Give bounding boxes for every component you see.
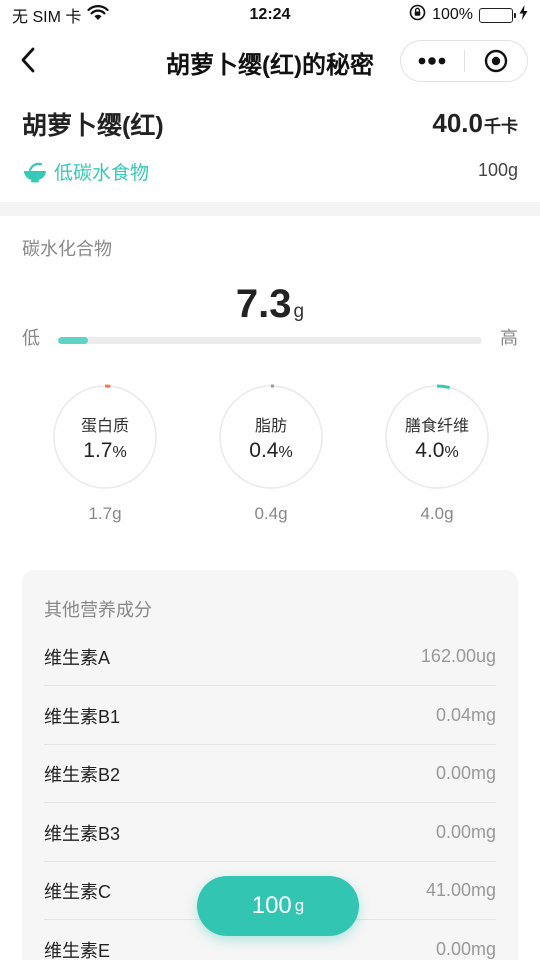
nav-bar: 胡萝卜缨(红)的秘密	[0, 30, 540, 90]
carb-high-label: 高	[500, 328, 518, 348]
more-button[interactable]	[401, 41, 464, 81]
bowl-icon	[24, 162, 46, 182]
fat-ring	[218, 384, 324, 490]
food-weight: 100g	[477, 160, 518, 180]
nutrient-value: 0.00mg	[435, 763, 496, 783]
nutrient-row: 维生素B3 0.00mg	[44, 804, 496, 862]
charging-icon	[519, 5, 528, 25]
target-circle-icon	[484, 49, 507, 73]
battery-percent: 100%	[432, 6, 473, 23]
nutrient-name: 维生素B3	[44, 823, 121, 844]
fiber-ring	[384, 384, 490, 490]
carb-level-fill	[58, 337, 88, 344]
mini-program-capsule	[400, 40, 528, 82]
food-header: 胡萝卜缨(红) 40.0千卡 低碳水食物 100g	[0, 96, 540, 206]
wifi-icon	[87, 4, 109, 26]
back-button[interactable]	[10, 42, 46, 78]
fiber-grams: 4.0g	[420, 504, 454, 523]
status-time: 12:24	[249, 6, 291, 23]
weight-selector-button[interactable]: 100 g	[197, 876, 359, 936]
more-dots-icon	[418, 57, 446, 65]
food-tag-label: 低碳水食物	[54, 163, 150, 184]
fat-label: 脂肪	[254, 418, 287, 435]
weight-selector-value: 100	[251, 892, 292, 919]
status-bar: 无 SIM 卡 12:24 100%	[0, 0, 540, 30]
food-calories: 40.0千卡	[432, 108, 518, 139]
status-right: 100%	[328, 4, 528, 26]
nutrient-row: 维生素A 162.00ug	[44, 628, 496, 686]
carb-amount: 7.3	[235, 282, 292, 326]
nutrient-value: 0.00mg	[435, 822, 496, 842]
fiber-percent: 4.0%	[415, 439, 459, 462]
battery-icon	[479, 7, 516, 23]
fat-percent: 0.4%	[249, 439, 293, 462]
nutrient-value: 162.00ug	[420, 646, 496, 666]
food-name: 胡萝卜缨(红)	[22, 112, 164, 140]
nutrient-value: 41.00mg	[425, 880, 496, 900]
nutrient-row: 维生素B1 0.04mg	[44, 687, 496, 745]
carb-low-label: 低	[22, 328, 40, 348]
carb-level-bar	[58, 337, 482, 344]
protein-percent: 1.7%	[83, 439, 127, 462]
carb-unit: g	[293, 301, 305, 322]
calories-unit: 千卡	[484, 117, 518, 136]
carrier-text: 无 SIM 卡	[12, 9, 82, 26]
nutrient-name: 维生素E	[44, 940, 111, 960]
nutrient-row: 维生素B2 0.00mg	[44, 745, 496, 803]
other-nutrients-title: 其他营养成分	[44, 600, 152, 620]
protein-label: 蛋白质	[80, 418, 129, 435]
section-divider	[0, 202, 540, 216]
fat-grams: 0.4g	[254, 504, 288, 523]
food-tag: 低碳水食物	[22, 158, 149, 185]
protein-grams: 1.7g	[88, 504, 122, 523]
nutrient-name: 维生素C	[44, 881, 111, 902]
nutrient-value: 0.00mg	[435, 939, 496, 959]
status-left: 无 SIM 卡	[12, 3, 212, 27]
protein-ring	[52, 384, 158, 490]
carb-value: 7.3 g	[0, 282, 540, 327]
fiber-label: 膳食纤维	[404, 418, 469, 435]
orientation-lock-icon	[409, 4, 426, 26]
nutrient-value: 0.04mg	[435, 705, 496, 725]
calories-value: 40.0	[432, 108, 483, 138]
chevron-left-icon	[21, 47, 35, 73]
weight-selector-unit: g	[294, 896, 305, 915]
carb-title: 碳水化合物	[22, 239, 112, 259]
close-mini-program-button[interactable]	[465, 41, 528, 81]
nutrient-name: 维生素A	[44, 647, 111, 668]
nutrient-name: 维生素B1	[44, 706, 121, 727]
nutrient-name: 维生素B2	[44, 764, 121, 785]
